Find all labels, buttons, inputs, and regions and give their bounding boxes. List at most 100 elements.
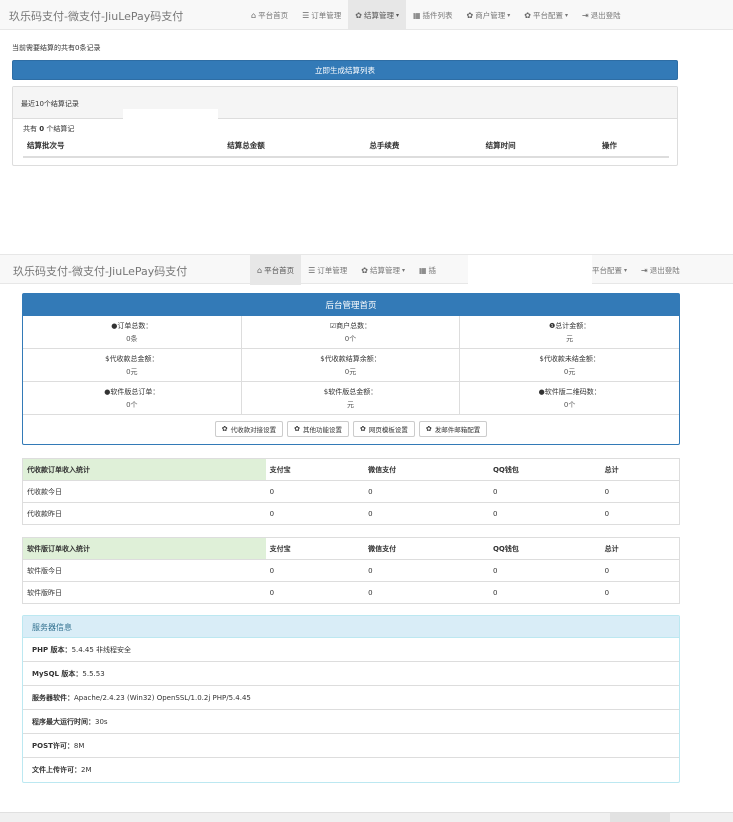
cog-icon: ✿ bbox=[466, 10, 474, 20]
table-header-row: 软件版订单收入统计 支付宝 微信支付 QQ钱包 总计 bbox=[22, 537, 680, 560]
nav-plugins[interactable]: ▦ 插 bbox=[412, 255, 443, 285]
cell-value: 0 bbox=[600, 480, 680, 503]
cell-value: 0 bbox=[600, 502, 680, 525]
cog-icon: ✿ bbox=[360, 425, 366, 433]
cell-value: 0 bbox=[600, 559, 680, 582]
col-batch-no: 结算批次号 bbox=[23, 137, 224, 158]
cell-value: 0 bbox=[364, 559, 489, 582]
dashboard-title: 后台管理首页 bbox=[23, 294, 679, 316]
stat-label-text: 商户总数： bbox=[336, 321, 372, 330]
brand-title[interactable]: 玖乐码支付-微支付-JiuLePay码支付 bbox=[13, 263, 187, 279]
nav-label: 平台配置 bbox=[592, 265, 622, 275]
count-prefix: 共有 bbox=[23, 125, 40, 133]
nav-label: 商户管理 bbox=[475, 10, 506, 20]
cell-value: 0 bbox=[488, 480, 601, 503]
server-info-panel: 服务器信息 PHP 版本：5.4.45 非线程安全 MySQL 版本：5.5.5… bbox=[22, 615, 680, 783]
other-settings-button[interactable]: ✿ 其他功能设置 bbox=[287, 421, 349, 437]
stat-label-text: 订单总数： bbox=[117, 321, 153, 330]
collect-settings-button[interactable]: ✿ 代收款对接设置 bbox=[214, 421, 284, 437]
stat-value: 0个 bbox=[126, 400, 138, 409]
stat-label: ☑商户总数： bbox=[330, 321, 371, 331]
table-header-row: 结算批次号 结算总金额 总手续费 结算时间 操作 bbox=[23, 137, 669, 158]
nav-logout[interactable]: ⇥ 退出登陆 bbox=[575, 0, 628, 30]
stat-value: 0条 bbox=[126, 334, 138, 343]
dashboard-panel: 后台管理首页 ●订单总数： 0条 ☑商户总数： 0个 ❶总计金额： 元 $代收款总金额… bbox=[22, 293, 680, 445]
info-label: PHP 版本： bbox=[32, 646, 72, 654]
list-item: 文件上传许可：2M bbox=[23, 758, 679, 782]
redaction-block bbox=[468, 255, 592, 293]
top-navbar: 玖乐码支付-微支付-JiuLePay码支付 ⌂ 平台首页 ☰ 订单管理 ✿ 结算管理 ▾… bbox=[0, 0, 733, 30]
nav-home[interactable]: ⌂ 平台首页 bbox=[244, 0, 295, 30]
button-label: 代收款对接设置 bbox=[230, 426, 277, 434]
main-nav: ⌂ 平台首页 ☰ 订单管理 ✿ 结算管理 ▾ ▦ 插件列表 ✿ 商户管理 ▾ ✿ 平台配置 ▾ ⇥… bbox=[244, 0, 628, 30]
button-label: 发邮件邮箱配置 bbox=[434, 426, 481, 434]
col-qq: QQ钱包 bbox=[488, 537, 601, 560]
stat-software-qrcodes: ●软件版二维码数： 0个 bbox=[460, 382, 679, 415]
generate-settlement-button[interactable]: 立即生成结算列表 bbox=[12, 60, 678, 80]
info-label: 程序最大运行时间： bbox=[32, 718, 95, 726]
caret-down-icon: ▾ bbox=[401, 266, 405, 274]
caret-down-icon: ▾ bbox=[507, 11, 511, 19]
nav-orders[interactable]: ☰ 订单管理 bbox=[295, 0, 348, 30]
mail-settings-button[interactable]: ✿ 发邮件邮箱配置 bbox=[418, 421, 488, 437]
stat-label: $代收款结算余额： bbox=[320, 354, 380, 364]
right-nav: 平台配置 ▾ ⇥ 退出登陆 bbox=[585, 255, 687, 285]
nav-home[interactable]: ⌂ 平台首页 bbox=[250, 255, 302, 285]
nav-platform-config[interactable]: ✿ 平台配置 ▾ bbox=[517, 0, 575, 30]
nav-platform-config[interactable]: 平台配置 ▾ bbox=[585, 255, 634, 285]
stat-software-amount: $软件版总金额： 元 bbox=[241, 382, 461, 415]
col-time: 结算时间 bbox=[481, 137, 598, 158]
cog-icon: ✿ bbox=[361, 265, 368, 275]
col-fee: 总手续费 bbox=[365, 137, 482, 158]
stat-label: ●软件版总订单： bbox=[104, 387, 159, 397]
stat-label-text: 代收款结算余额： bbox=[324, 354, 381, 363]
cell-value: 0 bbox=[265, 480, 365, 503]
brand-title[interactable]: 玖乐码支付-微支付-JiuLePay码支付 bbox=[9, 8, 183, 24]
nav-settlement[interactable]: ✿ 结算管理 ▾ bbox=[348, 0, 406, 30]
cell-value: 0 bbox=[488, 581, 601, 604]
info-label: MySQL 版本： bbox=[32, 670, 83, 678]
col-wechat: 微信支付 bbox=[364, 537, 489, 560]
template-settings-button[interactable]: ✿ 网页模板设置 bbox=[353, 421, 415, 437]
stat-order-total: ●订单总数： 0条 bbox=[23, 316, 242, 349]
stat-label-text: 代收款未结金额： bbox=[543, 354, 600, 363]
redaction-block bbox=[123, 109, 218, 123]
stat-value: 0个 bbox=[563, 400, 576, 409]
grid-icon: ▦ bbox=[412, 10, 421, 20]
table-row: 软件版今日 0 0 0 0 bbox=[22, 559, 680, 582]
row-label: 软件版昨日 bbox=[22, 581, 266, 604]
table-title-cell: 代收款订单收入统计 bbox=[22, 458, 266, 481]
stat-label: $代收款总金额： bbox=[105, 354, 158, 364]
stat-label-text: 软件版总金额： bbox=[328, 387, 378, 396]
info-value: Apache/2.4.23 (Win32) OpenSSL/1.0.2j PHP… bbox=[74, 694, 251, 702]
logout-icon: ⇥ bbox=[641, 265, 648, 275]
stat-value: 元 bbox=[346, 400, 354, 409]
nav-plugins[interactable]: ▦ 插件列表 bbox=[406, 0, 460, 30]
nav-label: 结算管理 bbox=[369, 265, 400, 275]
stat-label: ●订单总数： bbox=[111, 321, 152, 331]
table-title-cell: 软件版订单收入统计 bbox=[22, 537, 266, 560]
recent-settlements-panel: 最近10个结算记录 共有 0 个结算记 结算批次号 结算总金额 总手续费 结算时… bbox=[12, 86, 678, 166]
stat-collect-unsettled: $代收款未结金额： 0元 bbox=[460, 349, 679, 382]
info-value: 5.4.45 非线程安全 bbox=[71, 646, 132, 654]
grid-icon: ▦ bbox=[418, 265, 427, 275]
nav-label: 订单管理 bbox=[317, 265, 348, 275]
stat-label-text: 软件版总订单： bbox=[110, 387, 160, 396]
stat-label: ●软件版二维码数： bbox=[539, 387, 601, 397]
col-alipay: 支付宝 bbox=[265, 458, 365, 481]
nav-merchants[interactable]: ✿ 商户管理 ▾ bbox=[460, 0, 518, 30]
nav-settlement[interactable]: ✿ 结算管理 ▾ bbox=[354, 255, 412, 285]
button-label: 网页模板设置 bbox=[368, 426, 408, 434]
nav-orders[interactable]: ☰ 订单管理 bbox=[301, 255, 354, 285]
cog-icon: ✿ bbox=[294, 425, 300, 433]
info-value: 5.5.53 bbox=[82, 670, 105, 678]
table-header-row: 代收款订单收入统计 支付宝 微信支付 QQ钱包 总计 bbox=[22, 458, 680, 481]
nav-label: 结算管理 bbox=[363, 10, 394, 20]
table-row: 代收款昨日 0 0 0 0 bbox=[22, 502, 680, 525]
nav-logout[interactable]: ⇥ 退出登陆 bbox=[634, 255, 687, 285]
stat-label-text: 软件版二维码数： bbox=[544, 387, 601, 396]
stat-label: ❶总计金额： bbox=[549, 321, 590, 331]
table-row: 软件版昨日 0 0 0 0 bbox=[22, 581, 680, 604]
software-income-table: 软件版订单收入统计 支付宝 微信支付 QQ钱包 总计 软件版今日 0 0 0 0… bbox=[22, 537, 680, 604]
row-label: 软件版今日 bbox=[22, 559, 266, 582]
